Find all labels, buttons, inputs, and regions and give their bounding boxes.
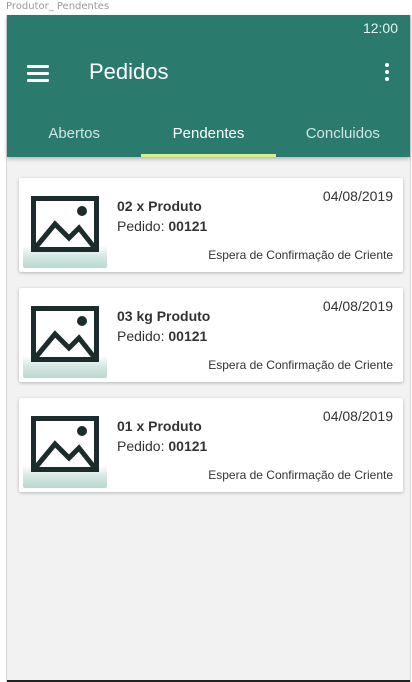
order-number: Pedido: 00121 bbox=[117, 328, 208, 344]
product-name: 03 kg Produto bbox=[117, 308, 211, 324]
order-status: Espera de Confirmação de Criente bbox=[208, 468, 393, 482]
image-placeholder-icon bbox=[31, 416, 99, 472]
order-status: Espera de Confirmação de Criente bbox=[208, 358, 393, 372]
product-thumbnail bbox=[23, 292, 107, 378]
order-card[interactable]: 02 x Produto Pedido: 00121 04/08/2019 Es… bbox=[19, 178, 403, 272]
tab-label: Concluidos bbox=[305, 125, 380, 142]
product-name: 01 x Produto bbox=[117, 418, 202, 434]
more-vert-icon[interactable] bbox=[384, 63, 390, 83]
order-date: 04/08/2019 bbox=[322, 188, 393, 204]
artboard-title: Produtor_ Pendentes bbox=[6, 1, 110, 12]
order-date: 04/08/2019 bbox=[322, 298, 393, 314]
product-thumbnail bbox=[23, 182, 107, 268]
order-number: Pedido: 00121 bbox=[117, 218, 208, 234]
order-number: Pedido: 00121 bbox=[117, 438, 208, 454]
menu-icon[interactable] bbox=[27, 65, 49, 82]
product-name: 02 x Produto bbox=[117, 198, 202, 214]
tab-label: Abertos bbox=[48, 125, 101, 142]
tab-concluidos[interactable]: Concluidos bbox=[276, 111, 410, 157]
status-time: 12:00 bbox=[362, 20, 398, 36]
product-thumbnail bbox=[23, 402, 107, 488]
tab-pendentes[interactable]: Pendentes bbox=[141, 111, 276, 157]
tab-abertos[interactable]: Abertos bbox=[7, 111, 141, 157]
app-bar: 12:00 Pedidos Abertos Pendentes Concluid… bbox=[7, 15, 410, 157]
tab-label: Pendentes bbox=[172, 125, 245, 142]
order-date: 04/08/2019 bbox=[322, 408, 393, 424]
order-card[interactable]: 03 kg Produto Pedido: 00121 04/08/2019 E… bbox=[19, 288, 403, 382]
tab-bar: Abertos Pendentes Concluidos bbox=[7, 111, 410, 157]
page-title: Pedidos bbox=[89, 59, 169, 84]
image-placeholder-icon bbox=[31, 306, 99, 362]
orders-list: 02 x Produto Pedido: 00121 04/08/2019 Es… bbox=[19, 178, 403, 508]
order-status: Espera de Confirmação de Criente bbox=[208, 248, 393, 262]
order-card[interactable]: 01 x Produto Pedido: 00121 04/08/2019 Es… bbox=[19, 398, 403, 492]
image-placeholder-icon bbox=[31, 196, 99, 252]
tab-indicator bbox=[141, 154, 276, 157]
phone-screen: 12:00 Pedidos Abertos Pendentes Concluid… bbox=[6, 15, 411, 682]
